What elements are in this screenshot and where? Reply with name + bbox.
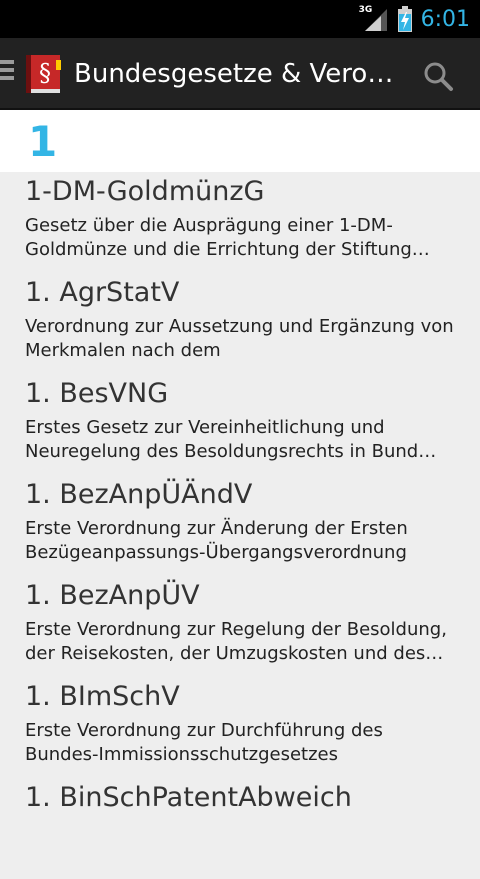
law-description: Verordnung zur Aussetzung und Ergänzung …	[25, 316, 454, 361]
section-letter: 1	[28, 117, 58, 166]
list-item[interactable]: 1. BezAnpÜV Erste Verordnung zur Regelun…	[0, 576, 480, 677]
law-book-icon[interactable]: §	[22, 52, 66, 96]
law-description: Erste Verordnung zur Durchführung des Bu…	[25, 720, 383, 765]
law-abbreviation: 1. BinSchPatentAbweich	[25, 782, 352, 813]
list-item[interactable]: 1. BesVNG Erstes Gesetz zur Vereinheitli…	[0, 374, 480, 475]
signal-icon	[364, 9, 387, 31]
clock-time: 6:01	[420, 6, 470, 32]
law-description: Erste Verordnung zur Regelung der Besold…	[25, 619, 447, 664]
law-description: Erstes Gesetz zur Vereinheitlichung und …	[25, 417, 419, 462]
law-abbreviation: 1. BezAnpÜV	[25, 580, 200, 611]
law-abbreviation: 1. BezAnpÜÄndV	[25, 479, 253, 510]
status-bar: 3G 6:01	[0, 0, 480, 38]
battery-charging-icon	[397, 6, 412, 32]
law-description: Gesetz über die Ausprägung einer 1-DM-Go…	[25, 215, 412, 260]
law-abbreviation: 1. BImSchV	[25, 681, 180, 712]
search-icon[interactable]	[420, 58, 456, 94]
law-list[interactable]: 1-DM-GoldmünzG Gesetz über die Ausprägun…	[0, 172, 480, 879]
section-header: 1	[0, 110, 480, 172]
list-item[interactable]: 1. AgrStatV Verordnung zur Aussetzung un…	[0, 273, 480, 374]
law-abbreviation: 1. AgrStatV	[25, 277, 180, 308]
signal-indicator: 3G	[359, 5, 389, 33]
law-abbreviation: 1-DM-GoldmünzG	[25, 176, 265, 207]
list-item[interactable]: 1-DM-GoldmünzG Gesetz über die Ausprägun…	[0, 172, 480, 273]
law-description: Erste Verordnung zur Änderung der Ersten…	[25, 518, 408, 563]
law-abbreviation: 1. BesVNG	[25, 378, 169, 409]
menu-icon[interactable]	[0, 60, 16, 88]
list-item[interactable]: 1. BImSchV Erste Verordnung zur Durchfüh…	[0, 677, 480, 778]
action-bar: § Bundesgesetze & Verordnungen	[0, 38, 480, 110]
app-title: Bundesgesetze & Verordnungen	[74, 59, 394, 89]
list-item[interactable]: 1. BinSchPatentAbweich	[0, 778, 480, 879]
status-icons: 3G 6:01	[359, 0, 470, 38]
svg-text:§: §	[39, 59, 51, 87]
list-item[interactable]: 1. BezAnpÜÄndV Erste Verordnung zur Ände…	[0, 475, 480, 576]
